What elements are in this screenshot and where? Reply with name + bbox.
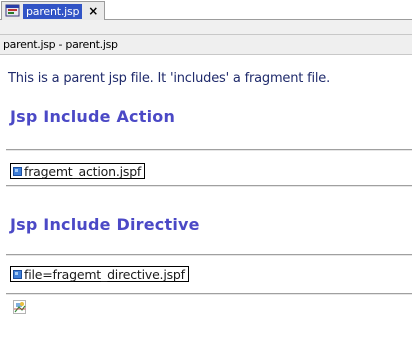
horizontal-rule bbox=[6, 149, 412, 151]
close-icon[interactable]: × bbox=[87, 5, 99, 17]
fragment-icon bbox=[13, 269, 22, 279]
heading-include-action: Jsp Include Action bbox=[10, 107, 176, 126]
design-canvas[interactable]: This is a parent jsp file. It 'includes'… bbox=[0, 55, 412, 337]
horizontal-rule bbox=[6, 254, 412, 256]
tab-label: parent.jsp bbox=[23, 3, 83, 19]
include-directive-label: file=fragemt_directive.jspf bbox=[24, 266, 185, 282]
breadcrumb: parent.jsp - parent.jsp bbox=[0, 34, 412, 55]
include-directive-element[interactable]: file=fragemt_directive.jspf bbox=[10, 266, 189, 282]
broken-image-icon[interactable] bbox=[13, 300, 29, 316]
fragment-icon bbox=[13, 166, 22, 176]
intro-paragraph: This is a parent jsp file. It 'includes'… bbox=[8, 71, 331, 86]
heading-include-directive: Jsp Include Directive bbox=[10, 215, 200, 234]
include-action-label: fragemt_action.jspf bbox=[24, 163, 142, 179]
jsp-file-icon bbox=[5, 3, 21, 19]
tab-parent-jsp[interactable]: parent.jsp × bbox=[1, 1, 105, 20]
horizontal-rule bbox=[6, 293, 412, 295]
horizontal-rule bbox=[6, 185, 412, 187]
tab-strip-gap bbox=[0, 20, 412, 34]
include-action-element[interactable]: fragemt_action.jspf bbox=[10, 163, 146, 179]
editor-tab-strip: parent.jsp × bbox=[0, 0, 412, 20]
